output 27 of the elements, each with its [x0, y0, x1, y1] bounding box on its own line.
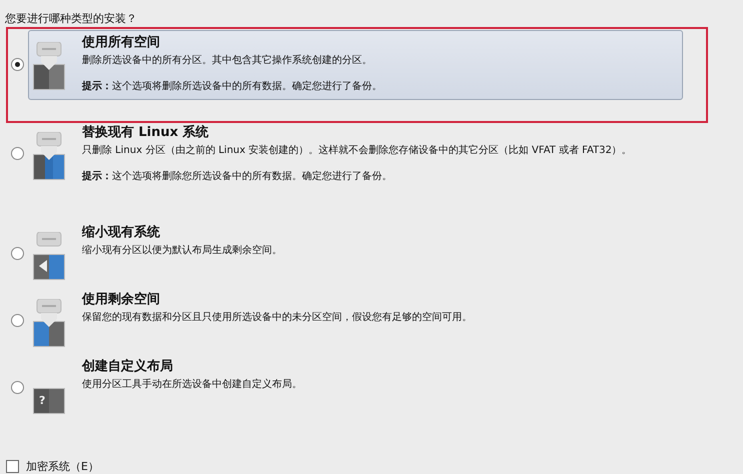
radio-button[interactable]	[11, 314, 24, 327]
encrypt-checkbox[interactable]	[6, 460, 19, 472]
option-hint: 提示：这个选项将删除所选设备中的所有数据。确定您进行了备份。	[82, 80, 382, 94]
option-description: 缩小现有分区以便为默认布局生成剩余空间。	[82, 244, 282, 258]
option-title: 创建自定义布局	[82, 358, 174, 376]
option-title: 替换现有 Linux 系统	[82, 124, 210, 142]
radio-button[interactable]	[11, 247, 24, 260]
option-description: 使用分区工具手动在所选设备中创建自定义布局。	[82, 378, 302, 392]
encrypt-label: 加密系统（E）	[26, 458, 99, 474]
radio-button[interactable]	[11, 58, 24, 71]
option-hint: 提示：这个选项将删除您所选设备中的所有数据。确定您进行了备份。	[82, 170, 393, 184]
drive-icon	[31, 388, 67, 416]
radio-button[interactable]	[11, 381, 24, 394]
os-drive-icon	[31, 42, 67, 92]
option-description: 只删除 Linux 分区（由之前的 Linux 安装创建的）。这样就不会删除您存储设备中的其它分区（比如 VFAT 或者 FAT32）。	[82, 144, 632, 158]
os-drive-icon	[31, 132, 67, 182]
option-description: 删除所选设备中的所有分区。其中包含其它操作系统创建的分区。	[82, 54, 373, 68]
option-title: 使用剩余空间	[82, 291, 161, 309]
question-mark-icon: ?	[39, 394, 46, 407]
option-card[interactable]: 使用所有空间 删除所选设备中的所有分区。其中包含其它操作系统创建的分区。 提示：这个选项将删除所选设备中的所有数据。确定您进行了备份。	[28, 30, 683, 100]
option-description: 保留您的现有数据和分区且只使用所选设备中的未分区空间，假设您有足够的空间可用。	[82, 310, 472, 325]
radio-button[interactable]	[11, 147, 24, 160]
os-drive-icon	[31, 232, 67, 282]
option-title: 使用所有空间	[82, 34, 161, 52]
option-title: 缩小现有系统	[82, 224, 161, 242]
os-drive-icon	[31, 299, 67, 349]
question-text: 您要进行哪种类型的安装？	[5, 12, 138, 26]
